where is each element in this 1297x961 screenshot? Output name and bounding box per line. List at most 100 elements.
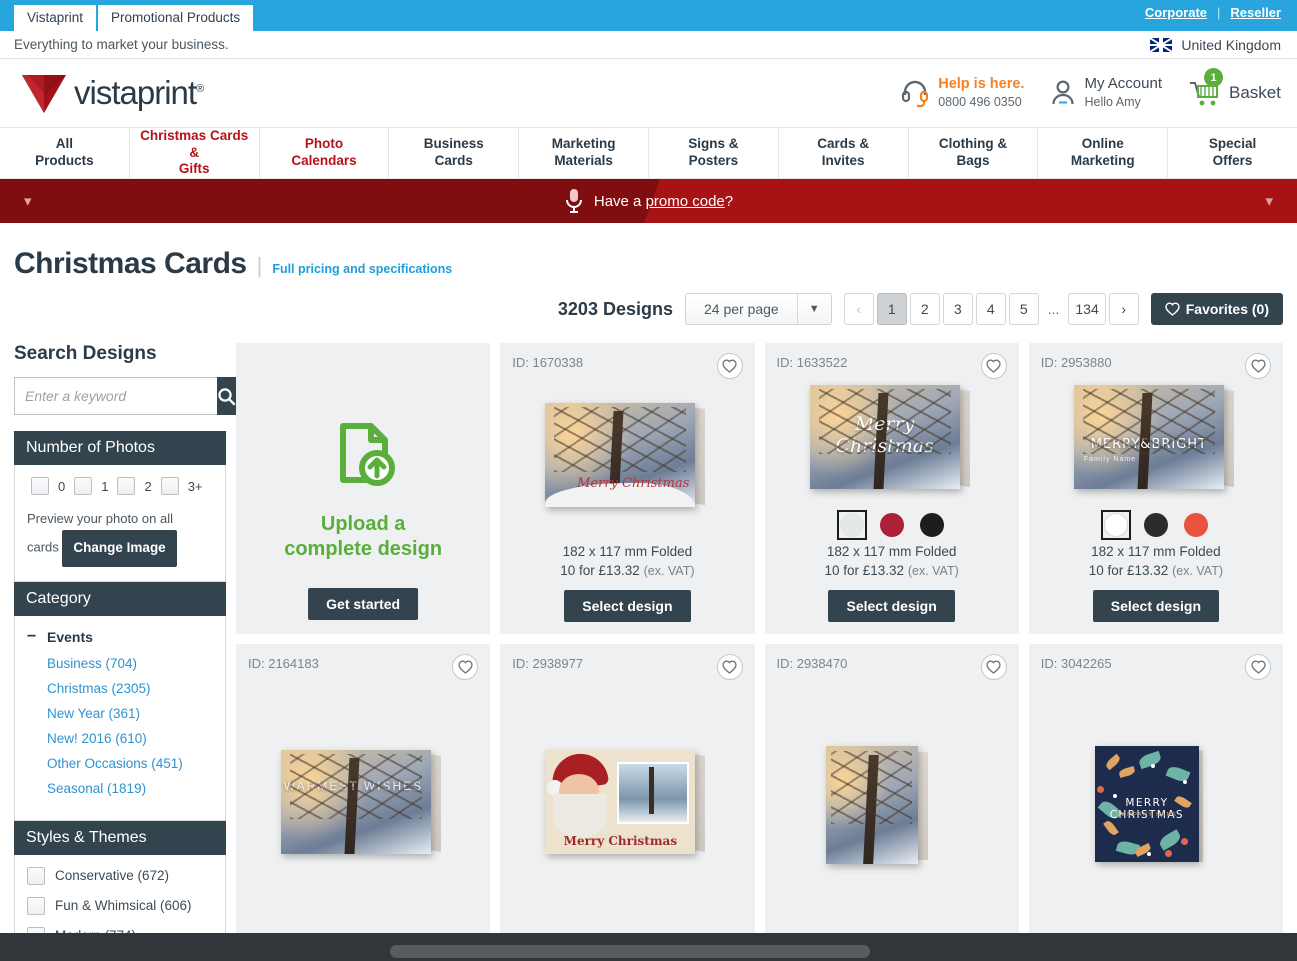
help-title: Help is here. (938, 75, 1025, 92)
category-link-other-occasions[interactable]: Other Occasions (451) (47, 756, 213, 771)
swatch-silver[interactable] (836, 509, 867, 540)
nav-online-marketing[interactable]: Online Marketing (1038, 128, 1169, 178)
design-card[interactable]: ID: 2938470 (764, 644, 1019, 935)
favorites-button[interactable]: Favorites (0) (1150, 293, 1283, 325)
nav-clothing-bags[interactable]: Clothing & Bags (909, 128, 1039, 178)
favorite-heart-outline-icon[interactable] (716, 654, 743, 680)
nav-marketing-materials[interactable]: Marketing Materials (519, 128, 649, 178)
select-design-button[interactable]: Select design (828, 590, 955, 622)
user-icon (1052, 80, 1075, 105)
horizontal-scrollbar[interactable] (0, 941, 1297, 961)
category-link-business[interactable]: Business (704) (47, 656, 213, 671)
page-title: Christmas Cards (14, 247, 247, 280)
pagination-page-1[interactable]: 1 (876, 293, 907, 325)
category-link-seasonal[interactable]: Seasonal (1819) (47, 781, 213, 796)
design-preview: WARMEST WISHES (248, 675, 478, 935)
pagination-page-5[interactable]: 5 (1008, 293, 1039, 325)
design-size: 182 x 117 mm Folded (562, 543, 693, 559)
site-tabs: Vistaprint Promotional Products (0, 0, 255, 31)
design-card[interactable]: ID: 2938977 Merry Christmas (500, 644, 755, 935)
get-started-button[interactable]: Get started (308, 588, 419, 620)
design-meta: 182 x 117 mm Folded 10 for £13.32 (ex. V… (1041, 542, 1271, 581)
design-card[interactable]: ID: 1633522 Merry Christmas 182 x 117 mm… (764, 343, 1019, 634)
favorite-heart-outline-icon[interactable] (980, 654, 1007, 680)
brand-header: vistaprint® Help is here. 0800 496 0350 … (0, 59, 1297, 127)
horizontal-scrollbar-thumb[interactable] (390, 945, 870, 958)
help-link[interactable]: Help is here. 0800 496 0350 (900, 75, 1024, 112)
full-pricing-link[interactable]: Full pricing and specifications (272, 262, 452, 276)
photo-count-checkbox-2[interactable] (117, 477, 136, 495)
nav-cards-invites[interactable]: Cards & Invites (779, 128, 909, 178)
tab-vistaprint[interactable]: Vistaprint (14, 5, 97, 31)
design-card[interactable]: ID: 2953880 MERRY&BRIGHT Family Name 182… (1028, 343, 1283, 634)
preview-note-line2: cards (27, 539, 59, 555)
design-preview: MERRY CHRISTMAS COMPANY NAME (1041, 675, 1271, 935)
select-design-button[interactable]: Select design (564, 590, 691, 622)
nav-special-offers[interactable]: Special Offers (1168, 128, 1297, 178)
headset-icon (902, 80, 929, 108)
promo-prev-chevron-down-icon[interactable]: ▾ (24, 192, 32, 210)
filter-photos-heading: Number of Photos (14, 431, 226, 465)
favorite-heart-outline-icon[interactable] (716, 353, 743, 379)
locale-selector[interactable]: United Kingdom (1150, 37, 1281, 53)
vistaprint-wordmark: vistaprint® (74, 74, 204, 111)
my-account-link[interactable]: My Account Hello Amy (1050, 75, 1162, 112)
nav-signs-posters[interactable]: Signs & Posters (649, 128, 779, 178)
change-image-button[interactable]: Change Image (62, 530, 177, 567)
pagination-next-button[interactable]: › (1108, 293, 1139, 325)
style-option-conservative[interactable]: Conservative (672) (27, 866, 213, 885)
design-card[interactable]: ID: 1670338 Merry Christmas 182 x 117 mm… (500, 343, 755, 634)
pagination-page-last[interactable]: 134 (1068, 293, 1106, 325)
pagination-page-4[interactable]: 4 (975, 293, 1006, 325)
design-card[interactable]: ID: 2164183 WARMEST WISHES (236, 644, 491, 935)
style-checkbox-fun-whimsical[interactable] (27, 896, 45, 915)
locale-label: United Kingdom (1181, 36, 1281, 53)
page-header: Christmas Cards | Full pricing and speci… (14, 223, 1283, 281)
design-card[interactable]: ID: 3042265 MERRY CHRISTMAS COMPANY NAME (1028, 644, 1283, 935)
style-checkbox-conservative[interactable] (27, 866, 45, 885)
search-button[interactable] (217, 377, 236, 415)
photo-count-checkbox-3plus[interactable] (160, 477, 179, 495)
pagination-page-2[interactable]: 2 (909, 293, 940, 325)
search-input[interactable] (14, 377, 217, 415)
style-option-fun-whimsical[interactable]: Fun & Whimsical (606) (27, 896, 213, 915)
pagination-page-3[interactable]: 3 (942, 293, 973, 325)
favorite-heart-outline-icon[interactable] (980, 353, 1007, 379)
swatch-white[interactable] (1100, 509, 1131, 540)
per-page-select[interactable]: 24 per page ▼ (684, 293, 832, 325)
swatch-black[interactable] (917, 510, 947, 540)
favorite-heart-outline-icon[interactable] (1245, 654, 1271, 680)
promo-next-chevron-down-icon[interactable]: ▾ (1265, 192, 1273, 210)
design-id: ID: 1670338 (512, 355, 584, 370)
nav-christmas-cards-gifts[interactable]: Christmas Cards & Gifts (130, 128, 260, 178)
design-sub-caption: COMPANY NAME (1116, 812, 1178, 819)
nav-photo-calendars[interactable]: Photo Calendars (260, 128, 390, 178)
category-link-new-2016[interactable]: New! 2016 (610) (47, 731, 213, 746)
microphone-icon (565, 189, 582, 213)
search-icon (218, 387, 236, 405)
pagination-prev-button[interactable]: ‹ (843, 293, 874, 325)
swatch-red[interactable] (1181, 510, 1211, 540)
category-link-new-year[interactable]: New Year (361) (47, 706, 213, 721)
swatch-crimson[interactable] (877, 510, 907, 540)
photo-count-options: 0 1 2 3+ (27, 477, 213, 495)
category-link-christmas[interactable]: Christmas (2305) (47, 681, 213, 696)
basket-label: Basket (1229, 83, 1281, 102)
upload-design-tile[interactable]: Upload a complete design Get started (236, 343, 491, 634)
swatch-black[interactable] (1141, 510, 1171, 540)
vistaprint-logo-icon (22, 75, 66, 113)
nav-business-cards[interactable]: Business Cards (389, 128, 520, 178)
favorite-heart-outline-icon[interactable] (1245, 353, 1271, 379)
reseller-link[interactable]: Reseller (1230, 5, 1281, 20)
corporate-link[interactable]: Corporate (1145, 5, 1207, 20)
category-group-events[interactable]: − Events (27, 628, 213, 646)
select-design-button[interactable]: Select design (1092, 590, 1219, 622)
promo-code-link[interactable]: promo code (646, 193, 725, 210)
photo-count-checkbox-0[interactable] (31, 477, 49, 495)
nav-all-products[interactable]: All Products (0, 128, 130, 178)
tab-promotional-products[interactable]: Promotional Products (98, 5, 254, 31)
photo-count-checkbox-1[interactable] (74, 477, 93, 495)
vistaprint-logo[interactable]: vistaprint® (22, 73, 204, 113)
basket-link[interactable]: 1 Basket (1188, 68, 1281, 108)
upload-tile-text: Upload a complete design (284, 512, 442, 562)
